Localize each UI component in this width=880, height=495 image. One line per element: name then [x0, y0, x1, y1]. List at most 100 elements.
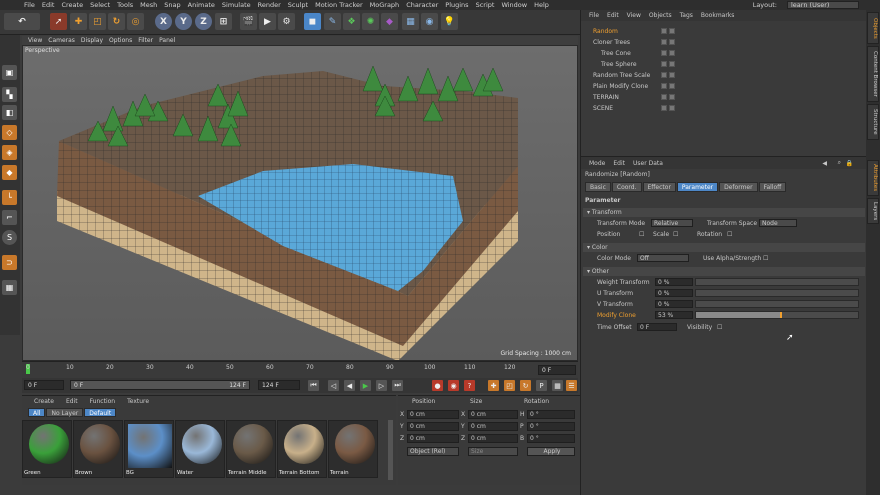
- tab-coord[interactable]: Coord.: [611, 182, 642, 192]
- object-row-scene[interactable]: SCENE: [581, 103, 867, 114]
- material-swatch[interactable]: Terrain Bottom: [277, 420, 327, 478]
- key-scale-button[interactable]: ◰: [504, 380, 515, 391]
- object-flags[interactable]: [661, 50, 675, 56]
- weight-transform-slider[interactable]: [695, 278, 859, 286]
- autokey-button[interactable]: ◉: [448, 380, 459, 391]
- objects-menu-bookmarks[interactable]: Bookmarks: [701, 12, 735, 19]
- render-view-button[interactable]: 🎬: [240, 13, 257, 30]
- tab-deformer[interactable]: Deformer: [719, 182, 758, 192]
- material-swatch[interactable]: Green: [22, 420, 72, 478]
- snap-button[interactable]: S: [2, 230, 17, 245]
- end-frame-field[interactable]: 124 F: [258, 380, 300, 390]
- current-frame-field[interactable]: 0 F: [538, 365, 576, 375]
- position-z-field[interactable]: 0 cm: [407, 434, 459, 443]
- frame-range-slider[interactable]: 0 F 124 F: [70, 380, 250, 390]
- prev-frame-button[interactable]: ◀: [344, 380, 355, 391]
- menu-script[interactable]: Script: [476, 1, 495, 9]
- deformer-button[interactable]: ◆: [381, 13, 398, 30]
- viewport-menu-cameras[interactable]: Cameras: [48, 37, 75, 44]
- search-icon[interactable]: ⌕: [838, 159, 841, 167]
- key-rotation-button[interactable]: ↻: [520, 380, 531, 391]
- object-row-tree-sphere[interactable]: Tree Sphere: [581, 59, 867, 70]
- attr-menu-edit[interactable]: Edit: [613, 160, 625, 167]
- model-mode-button[interactable]: ▚: [2, 87, 17, 102]
- spline-button[interactable]: ✎: [324, 13, 341, 30]
- size-z-field[interactable]: 0 cm: [468, 434, 518, 443]
- light-button[interactable]: 💡: [441, 13, 458, 30]
- modify-clone-slider[interactable]: [695, 311, 859, 319]
- edges-mode-button[interactable]: ◈: [2, 145, 17, 160]
- position-y-field[interactable]: 0 cm: [407, 422, 459, 431]
- coord-system-button[interactable]: ⊞: [215, 13, 232, 30]
- viewport-menu-display[interactable]: Display: [81, 37, 103, 44]
- material-menu-create[interactable]: Create: [34, 398, 54, 405]
- cube-button[interactable]: ◼: [304, 13, 321, 30]
- axis-mode-button[interactable]: └: [2, 190, 17, 205]
- material-menu-edit[interactable]: Edit: [66, 398, 78, 405]
- undo-button[interactable]: ↶: [4, 13, 40, 30]
- scale-tool-button[interactable]: ◰: [89, 13, 106, 30]
- objects-menu-tags[interactable]: Tags: [680, 12, 693, 19]
- keyframe-selection-button[interactable]: ?: [464, 380, 475, 391]
- scale-checkbox[interactable]: ☐: [673, 230, 678, 239]
- rotation-p-field[interactable]: 0 °: [527, 422, 575, 431]
- array-button[interactable]: ✺: [362, 13, 379, 30]
- back-arrow-icon[interactable]: ◀: [822, 160, 827, 167]
- menu-tools[interactable]: Tools: [117, 1, 133, 9]
- z-axis-button[interactable]: Z: [195, 13, 212, 30]
- select-tool-button[interactable]: ➚: [50, 13, 67, 30]
- menu-sculpt[interactable]: Sculpt: [288, 1, 308, 9]
- menu-file[interactable]: File: [24, 1, 35, 9]
- object-flags[interactable]: [661, 94, 675, 100]
- menu-help[interactable]: Help: [534, 1, 549, 9]
- key-parameter-button[interactable]: P: [536, 380, 547, 391]
- objects-menu-file[interactable]: File: [589, 12, 599, 19]
- material-swatch[interactable]: Water: [175, 420, 225, 478]
- object-row-plain-modify-clone[interactable]: Plain Modify Clone: [581, 81, 867, 92]
- menu-snap[interactable]: Snap: [164, 1, 180, 9]
- prev-key-button[interactable]: ◁: [328, 380, 339, 391]
- coord-mode-dropdown[interactable]: Object (Rel): [407, 447, 459, 456]
- menu-mograph[interactable]: MoGraph: [370, 1, 400, 9]
- next-frame-button[interactable]: ▷: [376, 380, 387, 391]
- objects-menu-objects[interactable]: Objects: [649, 12, 672, 19]
- object-row-cloner-trees[interactable]: Cloner Trees: [581, 37, 867, 48]
- weight-transform-field[interactable]: 0 %: [655, 278, 693, 286]
- menu-create[interactable]: Create: [61, 1, 83, 9]
- key-pla-button[interactable]: ▦: [552, 380, 563, 391]
- material-swatch[interactable]: BG: [124, 420, 174, 478]
- camera-button[interactable]: ◉: [421, 13, 438, 30]
- y-axis-button[interactable]: Y: [175, 13, 192, 30]
- side-tab-attributes[interactable]: Attributes: [867, 160, 879, 196]
- render-picture-viewer-button[interactable]: ▶: [259, 13, 276, 30]
- side-tab-objects[interactable]: Objects: [867, 12, 879, 44]
- apply-button[interactable]: Apply: [527, 447, 575, 456]
- object-flags[interactable]: [661, 28, 675, 34]
- layout-dropdown[interactable]: learn (User): [787, 1, 859, 9]
- timeline-window-button[interactable]: ☰: [566, 380, 577, 391]
- menu-render[interactable]: Render: [258, 1, 281, 9]
- x-axis-button[interactable]: X: [155, 13, 172, 30]
- object-flags[interactable]: [661, 83, 675, 89]
- material-swatch[interactable]: Brown: [73, 420, 123, 478]
- color-mode-dropdown[interactable]: Off: [637, 254, 689, 262]
- use-alpha-checkbox[interactable]: ☐: [763, 254, 768, 263]
- position-x-field[interactable]: 0 cm: [407, 410, 459, 419]
- menu-select[interactable]: Select: [90, 1, 110, 9]
- object-row-random[interactable]: Random: [581, 26, 867, 37]
- time-offset-field[interactable]: 0 F: [637, 323, 677, 331]
- u-transform-field[interactable]: 0 %: [655, 289, 693, 297]
- menu-window[interactable]: Window: [501, 1, 527, 9]
- workplane-button[interactable]: ⊃: [2, 255, 17, 270]
- lock-icon[interactable]: 🔒: [846, 160, 853, 167]
- rotate-tool-button[interactable]: ↻: [108, 13, 125, 30]
- object-flags[interactable]: [661, 39, 675, 45]
- side-tab-structure[interactable]: Structure: [867, 104, 879, 140]
- rotation-h-field[interactable]: 0 °: [527, 410, 575, 419]
- position-checkbox[interactable]: ☐: [639, 230, 644, 239]
- nurbs-button[interactable]: ❖: [343, 13, 360, 30]
- material-swatch[interactable]: Terrain: [328, 420, 378, 478]
- menu-edit[interactable]: Edit: [42, 1, 55, 9]
- material-tab-all[interactable]: All: [28, 408, 46, 417]
- material-menu-function[interactable]: Function: [90, 398, 116, 405]
